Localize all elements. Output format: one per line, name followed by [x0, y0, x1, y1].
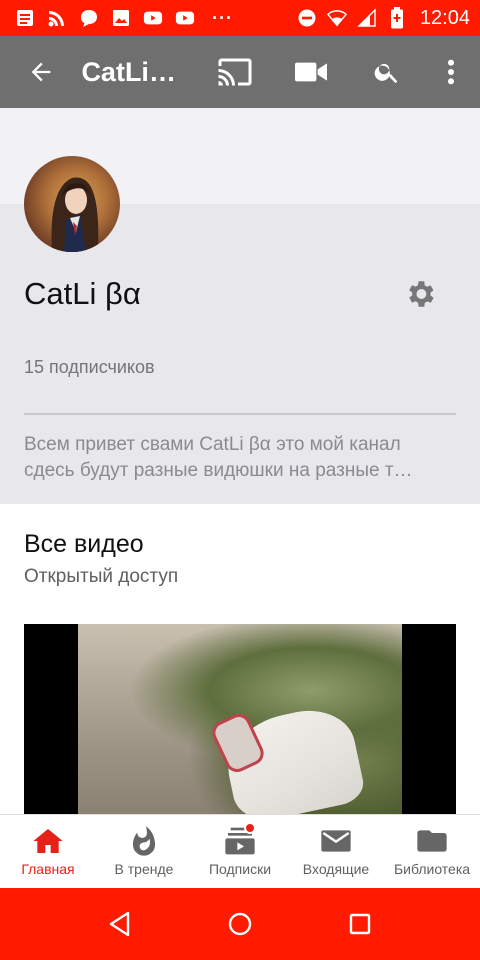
back-icon [109, 911, 130, 937]
channel-settings-button[interactable] [398, 272, 442, 316]
home-icon [33, 829, 63, 853]
nav-label: Подписки [208, 861, 272, 877]
library-folder-icon [417, 830, 447, 852]
more-vert-icon [447, 59, 454, 85]
chat-icon [78, 7, 100, 29]
video-frame [78, 624, 402, 814]
nav-home[interactable]: Главная [0, 815, 96, 888]
channel-name: CatLi βα [24, 276, 141, 311]
do-not-disturb-icon [296, 7, 318, 29]
nav-library[interactable]: Библиотека [384, 815, 480, 888]
system-back-button[interactable] [60, 888, 180, 960]
nav-subscriptions[interactable]: Подписки [192, 815, 288, 888]
system-home-button[interactable] [180, 888, 300, 960]
inbox-mail-icon [321, 830, 351, 852]
upload-video-button[interactable] [276, 36, 346, 108]
more-options-button[interactable] [422, 36, 480, 108]
search-button[interactable] [352, 36, 422, 108]
nav-label: В тренде [114, 861, 174, 877]
back-button[interactable] [0, 36, 81, 108]
channel-description[interactable]: Всем привет свами CatLi βα это мой канал… [24, 432, 456, 484]
image-icon [110, 7, 132, 29]
system-navigation-bar [0, 888, 480, 960]
arrow-back-icon [31, 62, 51, 82]
more-notifications-indicator: ··· [212, 8, 233, 28]
divider [24, 413, 456, 415]
clock-time: 12:04 [419, 6, 470, 29]
channel-avatar[interactable] [24, 156, 120, 252]
search-icon [374, 63, 398, 84]
avatar-image [51, 177, 99, 252]
system-recents-button[interactable] [300, 888, 420, 960]
youtube-icon [174, 7, 196, 29]
video-thumbnail[interactable] [24, 624, 456, 814]
app-toolbar: CatLi… [0, 36, 480, 108]
description-line: Всем привет свами CatLi βα это мой канал [24, 434, 401, 455]
gear-icon [409, 281, 434, 307]
subscriber-count: 15 подписчиков [24, 357, 155, 377]
notes-icon [14, 7, 36, 29]
toolbar-title: CatLi… [81, 56, 176, 87]
youtube-icon [142, 7, 164, 29]
signal-icon [356, 7, 378, 29]
description-line: сдесь будут разные видюшки на разные т… [24, 460, 413, 481]
nav-trending[interactable]: В тренде [96, 815, 192, 888]
rss-icon [46, 7, 68, 29]
wifi-icon [326, 7, 348, 29]
section-title: Все видео [24, 530, 144, 558]
new-content-badge [244, 822, 256, 834]
recents-icon [349, 913, 371, 935]
nav-inbox[interactable]: Входящие [288, 815, 384, 888]
cast-button[interactable] [200, 36, 270, 108]
section-subtitle: Открытый доступ [24, 566, 179, 587]
cast-icon [218, 58, 252, 86]
bottom-navigation: Главная В тренде Подписки Входящие Библи… [0, 814, 480, 888]
status-bar: ··· 12:04 [0, 0, 480, 36]
video-camera-icon [295, 62, 328, 82]
home-circle-icon [228, 912, 252, 936]
battery-icon [386, 7, 408, 29]
nav-label: Главная [21, 861, 75, 877]
nav-label: Входящие [302, 861, 370, 877]
nav-label: Библиотека [393, 861, 471, 877]
trending-fire-icon [132, 826, 156, 856]
